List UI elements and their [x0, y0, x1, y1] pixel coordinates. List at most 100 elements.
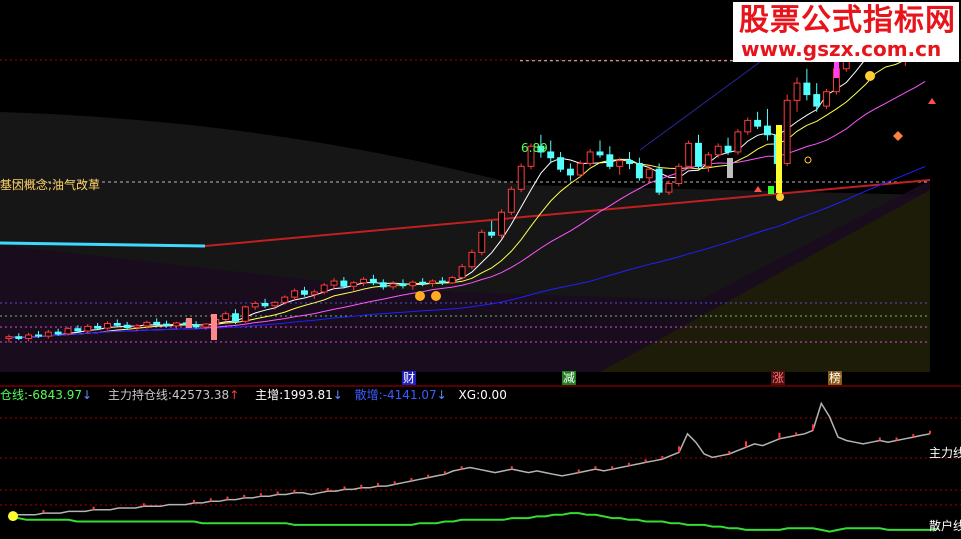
signal-bar-pink — [186, 318, 192, 328]
candle-body — [379, 282, 387, 288]
item1-value: -6843.97 — [28, 388, 82, 402]
candle-body — [714, 145, 722, 156]
candle — [478, 229, 486, 256]
start-dot — [8, 511, 18, 522]
buy-arrow-icon — [754, 186, 762, 192]
candle-body — [557, 157, 565, 170]
candle — [724, 137, 732, 155]
candle-body — [172, 322, 180, 327]
candle-body — [64, 328, 72, 335]
candle-body — [468, 251, 476, 268]
candle — [547, 140, 555, 164]
candle-body — [350, 282, 358, 287]
item5-value: 0.00 — [480, 388, 507, 402]
indicator-header: 仓线:-6843.97↓ 主力持仓线:42573.38↑ 主增:1993.81↓… — [0, 388, 507, 402]
candle-body — [74, 328, 82, 332]
candle-body — [340, 280, 348, 287]
candle-body — [547, 151, 555, 159]
signal-dot — [776, 193, 784, 201]
candle-body — [685, 142, 693, 167]
candle-body — [123, 324, 131, 329]
item2-value: 42573.38 — [171, 388, 230, 402]
event-marker-bang[interactable]: 榜 — [828, 371, 843, 385]
candle-body — [271, 301, 279, 307]
candle — [468, 249, 476, 270]
candle — [734, 129, 742, 155]
candle — [635, 157, 643, 181]
candle-body — [399, 283, 407, 287]
candle — [793, 77, 801, 112]
signal-dot — [865, 71, 875, 81]
event-marker-jian[interactable]: 减 — [562, 371, 577, 385]
candle-body — [704, 154, 712, 167]
candle — [576, 160, 584, 178]
main-line — [10, 401, 931, 516]
candle-body — [35, 334, 42, 337]
item4-arrow: ↓ — [436, 388, 447, 402]
candle — [64, 326, 72, 336]
item5-name: XG: — [458, 388, 481, 402]
candle-body — [222, 313, 230, 321]
candle-body — [369, 278, 377, 284]
item2-arrow: ↑ — [229, 388, 240, 402]
candle — [764, 108, 771, 141]
item3-arrow: ↓ — [332, 388, 343, 402]
candle — [241, 305, 249, 323]
candle-body — [84, 325, 92, 332]
stock-chart — [0, 22, 961, 533]
concept-label: 基因概念;油气改革 — [0, 178, 101, 192]
candle-body — [586, 151, 594, 164]
candle-body — [695, 142, 702, 167]
candle-body — [251, 302, 259, 308]
item2-name: 主力持仓线: — [107, 388, 172, 402]
candle-body — [517, 165, 525, 190]
candle-body — [645, 168, 653, 179]
candle-body — [478, 231, 486, 253]
candle — [517, 163, 525, 193]
candle-body — [724, 145, 732, 153]
candle — [704, 151, 712, 173]
indicator-panel — [0, 401, 961, 533]
candle-body — [192, 324, 200, 328]
candle-body — [488, 231, 496, 236]
candle-body — [291, 290, 299, 298]
candle-body — [409, 281, 417, 287]
candle-body — [438, 280, 446, 284]
candle-body — [389, 283, 397, 288]
candle-body — [744, 119, 752, 133]
item4-value: -4141.07 — [382, 388, 437, 402]
candle-body — [113, 323, 121, 326]
candle-body — [665, 183, 673, 193]
event-marker-zhang[interactable]: 涨 — [771, 371, 786, 385]
candle-body — [419, 281, 427, 284]
candle — [783, 94, 791, 167]
retail-line — [10, 512, 939, 533]
candle-body — [734, 131, 742, 153]
item4-name: 散增: — [354, 388, 383, 402]
event-marker-cai[interactable]: 财 — [402, 371, 417, 385]
candle-body — [320, 284, 328, 293]
candle-body — [25, 334, 33, 339]
candle — [557, 151, 565, 173]
candle-body — [803, 82, 811, 96]
candle — [823, 88, 831, 109]
candle-body — [54, 331, 62, 335]
candle-body — [429, 280, 436, 284]
candle-body — [301, 290, 308, 295]
candle — [596, 140, 604, 158]
candle-body — [507, 188, 515, 213]
watermark-title: 股票公式指标网 — [739, 3, 956, 38]
candle-body — [163, 323, 170, 327]
candle — [507, 186, 515, 216]
signal-bar-pink — [211, 314, 217, 340]
buy-arrow-icon — [928, 98, 936, 104]
candle-body — [498, 211, 505, 236]
candle-body — [458, 266, 466, 279]
diamond-icon — [893, 131, 903, 141]
candle-body — [15, 336, 23, 339]
candle-body — [606, 154, 614, 167]
candle-body — [133, 325, 141, 329]
candle — [675, 163, 683, 187]
candle — [498, 209, 505, 239]
candle — [655, 163, 663, 195]
